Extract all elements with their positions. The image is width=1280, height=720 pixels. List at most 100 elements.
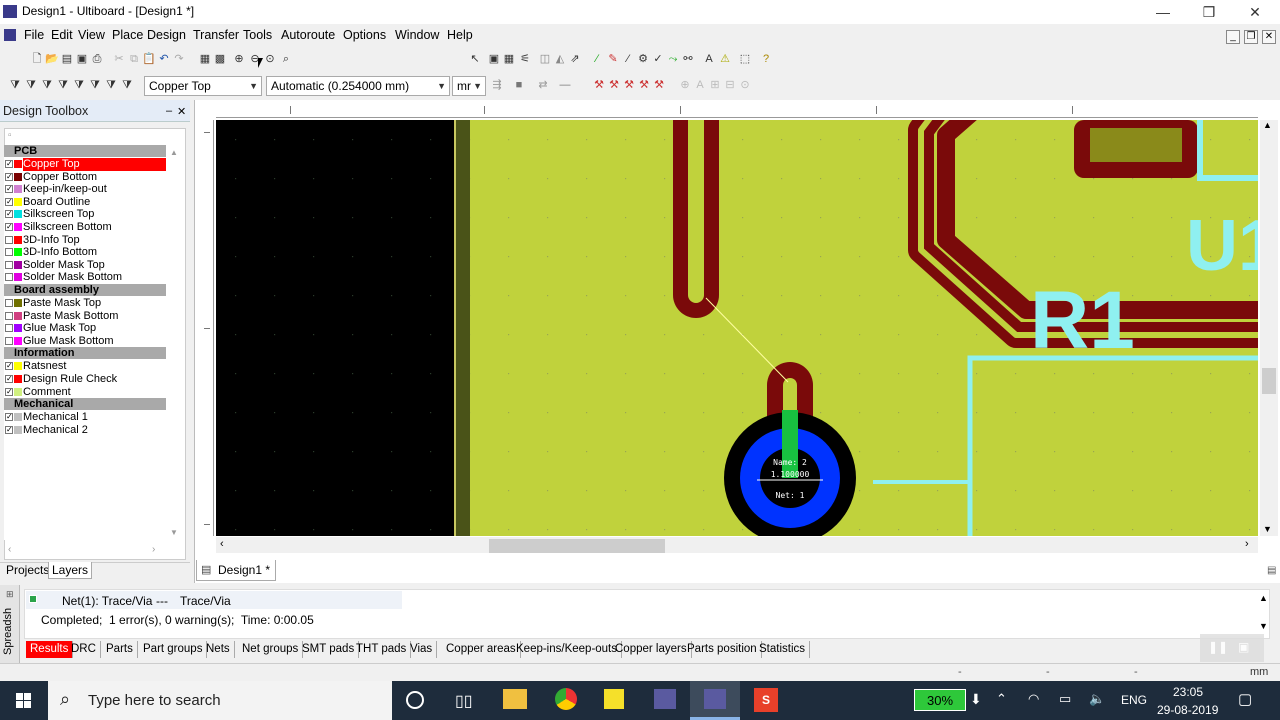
layer-row[interactable]: 3D-Info Top bbox=[4, 234, 166, 247]
sticky-notes-icon[interactable] bbox=[604, 689, 624, 709]
scroll-right-icon[interactable]: › bbox=[1245, 538, 1249, 550]
multisim-icon[interactable] bbox=[654, 689, 676, 709]
result-net-text[interactable]: Net(1): Trace/Via bbox=[62, 594, 152, 608]
filter-icon-5[interactable]: ⧩ bbox=[72, 78, 86, 92]
select-icon[interactable]: ↖ bbox=[468, 52, 482, 66]
layer-visibility-checkbox[interactable]: ✓ bbox=[5, 375, 13, 383]
cut-icon[interactable]: ✂ bbox=[112, 52, 126, 66]
filter-icon-6[interactable]: ⧩ bbox=[88, 78, 102, 92]
select-copper-icon[interactable]: ◭ bbox=[553, 52, 567, 66]
pcb-canvas[interactable]: U1 R1 Name: 2 1.100000 Net: 1 bbox=[216, 120, 1258, 536]
scroll-up-icon[interactable]: ▲ bbox=[1263, 120, 1272, 130]
tree-collapse-icon[interactable]: ▫ bbox=[8, 130, 12, 141]
disabled-tool-icon-5[interactable]: ⊙ bbox=[738, 78, 752, 92]
tab-options-icon[interactable]: ▤ bbox=[1267, 565, 1276, 576]
scroll-down-icon[interactable]: ▼ bbox=[1263, 524, 1272, 534]
menu-help[interactable]: Help bbox=[447, 28, 473, 42]
trace-tool-icon-2[interactable]: ⚒ bbox=[607, 78, 621, 92]
text-icon[interactable]: A bbox=[702, 52, 716, 66]
route-icon[interactable]: ⚙ bbox=[636, 52, 650, 66]
menu-view[interactable]: View bbox=[78, 28, 105, 42]
layer-visibility-checkbox[interactable]: ✓ bbox=[5, 425, 13, 434]
tab-drc[interactable]: DRC bbox=[67, 641, 101, 658]
open-project-icon[interactable]: ▤ bbox=[60, 52, 74, 66]
menu-options[interactable]: Options bbox=[343, 28, 386, 42]
disabled-tool-icon-1[interactable]: ⊕ bbox=[678, 78, 692, 92]
taskbar-search-box[interactable]: ⌕ Type here to search bbox=[48, 681, 392, 720]
autoroute-icon[interactable]: ⚯ bbox=[681, 52, 695, 66]
scroll-left-icon[interactable]: ‹ bbox=[220, 538, 224, 550]
tab-statistics[interactable]: Statistics bbox=[755, 641, 811, 658]
layer-visibility-checkbox[interactable]: ✓ bbox=[5, 387, 13, 396]
align-box-icon[interactable]: ■ bbox=[512, 78, 526, 92]
disabled-tool-icon-4[interactable]: ⊟ bbox=[723, 78, 737, 92]
redo-icon[interactable]: ↷ bbox=[172, 52, 186, 66]
menu-file[interactable]: File bbox=[24, 28, 44, 42]
restore-button[interactable]: ❒ bbox=[1186, 0, 1232, 24]
clock-time[interactable]: 23:05 bbox=[1173, 685, 1203, 699]
horizontal-scrollbar[interactable]: ‹ › bbox=[216, 537, 1258, 553]
scroll-left-icon[interactable]: ‹ bbox=[8, 544, 11, 555]
layer-row[interactable]: Glue Mask Bottom bbox=[4, 335, 166, 348]
layer-visibility-checkbox[interactable] bbox=[5, 248, 13, 257]
results-scroll-down-icon[interactable]: ▼ bbox=[1259, 621, 1268, 631]
battery-indicator[interactable]: 30% bbox=[914, 689, 966, 711]
document-menu-icon[interactable] bbox=[4, 29, 16, 41]
layer-visibility-checkbox[interactable]: ✓ bbox=[5, 362, 13, 371]
filter-icon-4[interactable]: ⧩ bbox=[56, 78, 70, 92]
line-style-icon[interactable]: — bbox=[558, 78, 572, 92]
clock-date[interactable]: 29-08-2019 bbox=[1157, 703, 1218, 717]
place-trace-icon[interactable]: ∕ bbox=[590, 52, 604, 66]
tab-part-groups[interactable]: Part groups bbox=[139, 641, 208, 658]
chevron-up-icon[interactable]: ⌃ bbox=[996, 691, 1007, 707]
cortana-icon[interactable] bbox=[406, 691, 424, 709]
select-shapes-icon[interactable]: ⇗ bbox=[568, 52, 582, 66]
connection-icon[interactable]: ⤳ bbox=[666, 52, 680, 66]
tab-parts[interactable]: Parts bbox=[102, 641, 138, 658]
layer-row[interactable]: ✓ Design Rule Check bbox=[4, 373, 166, 386]
layer-row[interactable]: ✓ Mechanical 1 bbox=[4, 411, 166, 424]
copy-icon[interactable]: ⧉ bbox=[127, 52, 141, 66]
menu-edit[interactable]: Edit bbox=[51, 28, 73, 42]
toolbox-close-icon[interactable]: ✕ bbox=[177, 105, 186, 118]
help-icon[interactable]: ? bbox=[759, 52, 773, 66]
menu-place[interactable]: Place bbox=[112, 28, 143, 42]
layer-section-header[interactable]: Board assembly bbox=[4, 284, 166, 296]
filter-icon-2[interactable]: ⧩ bbox=[24, 78, 38, 92]
layer-section-header[interactable]: Information bbox=[4, 347, 166, 360]
document-tab[interactable]: ▤ Design1 * bbox=[196, 560, 276, 581]
tab-net-groups[interactable]: Net groups bbox=[238, 641, 304, 658]
layer-row[interactable]: Solder Mask Bottom bbox=[4, 271, 166, 284]
place-line-icon[interactable]: ✎ bbox=[606, 52, 620, 66]
mdi-minimize-button[interactable]: _ bbox=[1226, 30, 1240, 44]
close-button[interactable]: ✕ bbox=[1232, 0, 1278, 24]
toolbox-pin-icon[interactable]: – bbox=[166, 105, 172, 117]
volume-icon[interactable]: 🔈 bbox=[1089, 691, 1105, 707]
tab-layers[interactable]: Layers bbox=[48, 562, 93, 579]
place-bus-icon[interactable]: ⁄ bbox=[621, 52, 635, 66]
scroll-up-icon[interactable]: ▲ bbox=[170, 148, 178, 157]
zoom-in-icon[interactable]: ⊕ bbox=[232, 52, 246, 66]
notifications-icon[interactable]: ▢ bbox=[1238, 690, 1252, 708]
layer-row[interactable]: Solder Mask Top bbox=[4, 259, 166, 272]
wifi-icon[interactable]: ◠ bbox=[1028, 691, 1039, 707]
select-pins-icon[interactable]: ▦ bbox=[502, 52, 516, 66]
open-folder-icon[interactable]: 📂 bbox=[45, 52, 59, 66]
layer-row[interactable]: Glue Mask Top bbox=[4, 322, 166, 335]
select-traces-icon[interactable]: ⚟ bbox=[518, 52, 532, 66]
layer-visibility-checkbox[interactable] bbox=[5, 273, 13, 282]
trace-tool-icon-3[interactable]: ⚒ bbox=[622, 78, 636, 92]
layer-section-header[interactable]: PCB bbox=[4, 145, 166, 157]
trace-width-select[interactable]: Automatic (0.254000 mm) ▼ bbox=[266, 76, 450, 96]
battery-icon[interactable]: ▭ bbox=[1059, 691, 1071, 707]
align-left-icon[interactable]: ⇶ bbox=[490, 78, 504, 92]
vertical-scrollbar[interactable]: ▲ ▼ bbox=[1260, 120, 1278, 536]
layer-visibility-checkbox[interactable]: ✓ bbox=[5, 223, 13, 231]
trace-tool-icon-5[interactable]: ⚒ bbox=[652, 78, 666, 92]
wps-icon[interactable]: S bbox=[754, 688, 778, 712]
layer-visibility-checkbox[interactable] bbox=[5, 235, 13, 244]
layer-row[interactable]: ✓ Keep-in/keep-out bbox=[4, 183, 166, 196]
layer-row[interactable]: ✓ Comment bbox=[4, 386, 166, 399]
ultiboard-taskbar-button[interactable] bbox=[690, 681, 740, 720]
trace-tool-icon-4[interactable]: ⚒ bbox=[637, 78, 651, 92]
